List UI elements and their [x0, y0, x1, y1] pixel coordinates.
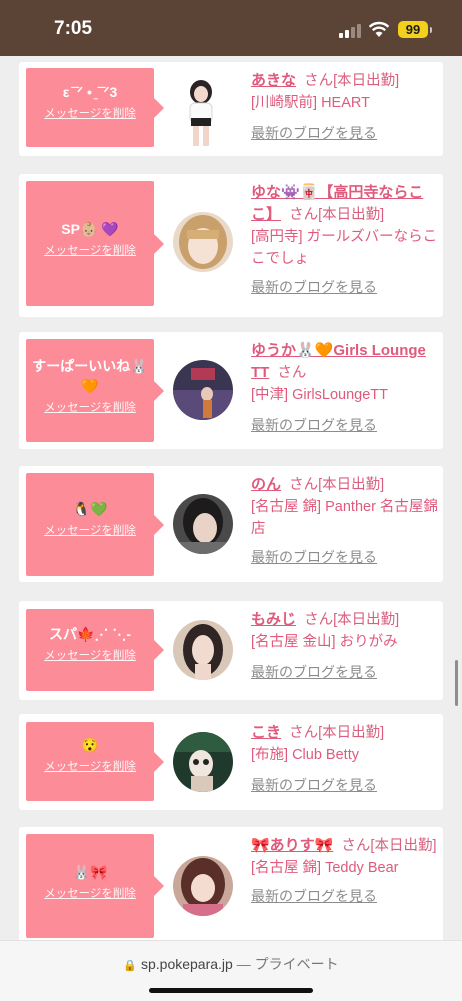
message-bubble: SP👶🏼 💜 メッセージを削除	[26, 181, 164, 306]
message-text: 🐧💚	[72, 501, 108, 517]
message-bubble: 😯 メッセージを削除	[26, 722, 164, 801]
blog-link[interactable]: 最新のブログを見る	[251, 122, 439, 144]
cast-status: さん[本日出勤]	[304, 73, 400, 89]
cast-name-link[interactable]: あきな	[251, 72, 296, 89]
list-item[interactable]: 🐧💚 メッセージを削除 のん さん[本日出勤] [名古屋 錦] Panther …	[19, 466, 443, 582]
message-bubble: ε ̄ ̄ᐟ • ̫ ̄ ̄ᐟ3 メッセージを削除	[26, 68, 164, 147]
message-bubble: 🐧💚 メッセージを削除	[26, 473, 164, 576]
message-text: 😯	[81, 737, 99, 753]
list-item[interactable]: すーぱーいいね🐰🧡 メッセージを削除 ゆうか🐰🧡Girls Lounge TT …	[19, 332, 443, 449]
browser-address-bar[interactable]: 🔒 sp.pokepara.jp — プライベート	[0, 940, 462, 1001]
shop-name: [布施] Club Betty	[251, 747, 359, 763]
message-bubble: スパ🍁⋰ ⋱- メッセージを削除	[26, 609, 164, 691]
cast-info: あきな さん[本日出勤] [川崎駅前] HEART 最新のブログを見る	[251, 70, 439, 144]
cast-name-link[interactable]: こき	[251, 724, 281, 741]
scrollbar[interactable]	[455, 660, 458, 706]
cast-status: さん[本日出勤]	[289, 207, 385, 223]
list-item[interactable]: スパ🍁⋰ ⋱- メッセージを削除 もみじ さん[本日出勤] [名古屋 金山] お…	[19, 601, 443, 700]
avatar[interactable]	[177, 78, 225, 148]
cast-info: ゆうか🐰🧡Girls Lounge TT さん [中津] GirlsLounge…	[251, 340, 439, 436]
blog-link[interactable]: 最新のブログを見る	[251, 276, 439, 298]
message-bubble: すーぱーいいね🐰🧡 メッセージを削除	[26, 339, 164, 442]
avatar[interactable]	[173, 360, 233, 420]
home-indicator[interactable]	[149, 988, 313, 993]
delete-message-link[interactable]: メッセージを削除	[44, 105, 136, 121]
battery-indicator: 99	[398, 21, 432, 38]
cellular-signal-icon	[339, 22, 363, 38]
cast-status: さん	[277, 365, 307, 381]
delete-message-link[interactable]: メッセージを削除	[44, 522, 136, 538]
list-item[interactable]: SP👶🏼 💜 メッセージを削除 ゆな👾🀄【高円寺ならここ】 さん[本日出勤] […	[19, 174, 443, 317]
cast-info: のん さん[本日出勤] [名古屋 錦] Panther 名古屋錦店 最新のブログ…	[251, 474, 439, 568]
delete-message-link[interactable]: メッセージを削除	[44, 885, 136, 901]
cast-info: こき さん[本日出勤] [布施] Club Betty 最新のブログを見る	[251, 722, 439, 796]
cast-info: ゆな👾🀄【高円寺ならここ】 さん[本日出勤] [高円寺] ガールズバーならここで…	[251, 182, 439, 298]
shop-name: [名古屋 錦] Panther 名古屋錦店	[251, 499, 438, 537]
cast-name-link[interactable]: もみじ	[251, 611, 296, 628]
cast-status: さん[本日出勤]	[289, 725, 385, 741]
blog-link[interactable]: 最新のブログを見る	[251, 661, 439, 683]
message-text: ε ̄ ̄ᐟ • ̫ ̄ ̄ᐟ3	[62, 84, 118, 100]
shop-name: [名古屋 金山] おりがみ	[251, 634, 398, 650]
delete-message-link[interactable]: メッセージを削除	[44, 647, 136, 663]
avatar[interactable]	[173, 212, 233, 272]
blog-link[interactable]: 最新のブログを見る	[251, 546, 439, 568]
cast-name-link[interactable]: のん	[251, 476, 281, 493]
message-text: すーぱーいいね🐰🧡	[32, 358, 148, 394]
list-item[interactable]: 😯 メッセージを削除 こき さん[本日出勤] [布施] Club Betty 最…	[19, 714, 443, 810]
delete-message-link[interactable]: メッセージを削除	[44, 242, 136, 258]
shop-name: [高円寺] ガールズバーならここでしょ	[251, 229, 438, 267]
shop-name: [中津] GirlsLoungeTT	[251, 387, 388, 403]
cast-info: もみじ さん[本日出勤] [名古屋 金山] おりがみ 最新のブログを見る	[251, 609, 439, 683]
shop-name: [名古屋 錦] Teddy Bear	[251, 860, 399, 876]
list-item[interactable]: ε ̄ ̄ᐟ • ̫ ̄ ̄ᐟ3 メッセージを削除 あきな さん[本日出勤] […	[19, 62, 443, 156]
cast-name-link[interactable]: 🎀ありす🎀	[251, 837, 333, 854]
blog-link[interactable]: 最新のブログを見る	[251, 774, 439, 796]
wifi-icon	[368, 21, 390, 37]
avatar[interactable]	[173, 494, 233, 554]
cast-status: さん[本日出勤]	[289, 477, 385, 493]
delete-message-link[interactable]: メッセージを削除	[44, 758, 136, 774]
lock-icon: 🔒	[123, 960, 138, 972]
avatar[interactable]	[173, 620, 233, 680]
cast-status: さん[本日出勤]	[341, 838, 437, 854]
url-text: sp.pokepara.jp	[140, 956, 233, 972]
blog-link[interactable]: 最新のブログを見る	[251, 414, 439, 436]
delete-message-link[interactable]: メッセージを削除	[44, 399, 136, 415]
avatar[interactable]	[173, 732, 233, 792]
cast-info: 🎀ありす🎀 さん[本日出勤] [名古屋 錦] Teddy Bear 最新のブログ…	[251, 835, 439, 907]
clock: 7:05	[54, 18, 93, 39]
message-bubble: 🐰🎀 メッセージを削除	[26, 834, 164, 938]
shop-name: [川崎駅前] HEART	[251, 95, 370, 111]
blog-link[interactable]: 最新のブログを見る	[251, 885, 439, 907]
privacy-label: — プライベート	[236, 956, 339, 972]
message-text: SP👶🏼 💜	[61, 221, 119, 237]
message-text: スパ🍁⋰ ⋱-	[49, 626, 131, 642]
status-bar: 7:05 99	[0, 0, 462, 56]
message-text: 🐰🎀	[72, 864, 108, 880]
cast-status: さん[本日出勤]	[304, 612, 400, 628]
avatar[interactable]	[173, 856, 233, 916]
list-item[interactable]: 🐰🎀 メッセージを削除 🎀ありす🎀 さん[本日出勤] [名古屋 錦] Teddy…	[19, 827, 443, 945]
